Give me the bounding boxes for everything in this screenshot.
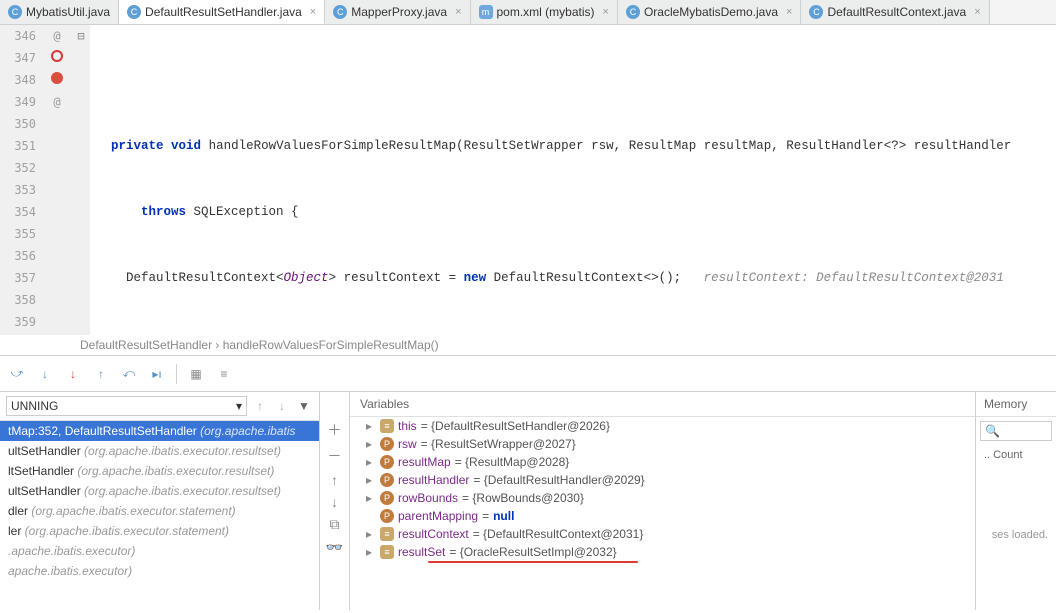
debug-panels: UNNING▾ ↑ ↓ ▼ tMap:352, DefaultResultSet…: [0, 392, 1056, 610]
up-icon[interactable]: ↑: [331, 472, 338, 488]
frame-item[interactable]: tMap:352, DefaultResultSetHandler (org.a…: [0, 421, 319, 441]
editor-tabs: CMybatisUtil.java CDefaultResultSetHandl…: [0, 0, 1056, 25]
annotation-underline: [428, 561, 638, 563]
next-frame-icon[interactable]: ↓: [273, 397, 291, 415]
fold-gutter: ⊟: [72, 25, 90, 335]
var-icon: P: [380, 509, 394, 523]
variables-tree: ▸≡this = {DefaultResultSetHandler@2026} …: [350, 417, 975, 563]
tab-mybatisutil[interactable]: CMybatisUtil.java: [0, 0, 119, 24]
debug-line-icon[interactable]: [51, 72, 63, 84]
run-to-cursor-icon[interactable]: ▸ı: [148, 365, 166, 383]
frame-item[interactable]: ultSetHandler (org.apache.ibatis.executo…: [0, 481, 319, 501]
breakpoint-icon[interactable]: [51, 50, 63, 62]
glasses-icon[interactable]: 👓: [326, 539, 343, 556]
close-icon[interactable]: ×: [970, 6, 980, 18]
variable-row[interactable]: PparentMapping = null: [350, 507, 975, 525]
breadcrumb[interactable]: DefaultResultSetHandler › handleRowValue…: [0, 335, 1056, 356]
tab-defaultresultsethandler[interactable]: CDefaultResultSetHandler.java×: [119, 0, 325, 24]
var-icon: ≡: [380, 419, 394, 433]
close-icon[interactable]: ×: [451, 6, 461, 18]
variable-row[interactable]: ▸PresultHandler = {DefaultResultHandler@…: [350, 471, 975, 489]
frames-panel: UNNING▾ ↑ ↓ ▼ tMap:352, DefaultResultSet…: [0, 392, 320, 610]
down-icon[interactable]: ↓: [331, 494, 338, 510]
memory-title: Memory: [976, 392, 1056, 417]
memory-note: ses loaded.: [976, 525, 1056, 545]
close-icon[interactable]: ×: [306, 6, 316, 18]
variable-row[interactable]: ▸PresultMap = {ResultMap@2028}: [350, 453, 975, 471]
step-over-icon[interactable]: ⤻: [8, 365, 26, 383]
override-icon[interactable]: @: [53, 95, 60, 109]
line-number-gutter: 3463473483493503513523533543553563573583…: [0, 25, 42, 335]
java-class-icon: C: [333, 5, 347, 19]
variable-row[interactable]: ▸≡resultContext = {DefaultResultContext@…: [350, 525, 975, 543]
var-icon: P: [380, 473, 394, 487]
variables-panel: ＋ － ↑ ↓ ⧉ 👓 Variables ▸≡this = {DefaultR…: [320, 392, 976, 610]
frames-list: tMap:352, DefaultResultSetHandler (org.a…: [0, 421, 319, 581]
evaluate-icon[interactable]: ▦: [187, 365, 205, 383]
prev-frame-icon[interactable]: ↑: [251, 397, 269, 415]
force-step-into-icon[interactable]: ↓: [64, 365, 82, 383]
drop-frame-icon[interactable]: ⤺: [120, 365, 138, 383]
variables-title: Variables: [350, 392, 975, 417]
java-class-icon: C: [626, 5, 640, 19]
code-editor[interactable]: 3463473483493503513523533543553563573583…: [0, 25, 1056, 335]
java-class-icon: C: [127, 5, 141, 19]
search-icon: 🔍: [985, 424, 1000, 438]
variable-row[interactable]: ▸Prsw = {ResultSetWrapper@2027}: [350, 435, 975, 453]
variable-row[interactable]: ▸≡resultSet = {OracleResultSetImpl@2032}: [350, 543, 975, 561]
frame-item[interactable]: dler (org.apache.ibatis.executor.stateme…: [0, 501, 319, 521]
var-icon: P: [380, 455, 394, 469]
trace-icon[interactable]: ≡: [215, 365, 233, 383]
copy-icon[interactable]: ⧉: [330, 516, 340, 533]
memory-search[interactable]: 🔍: [980, 421, 1052, 441]
tab-oraclemybatisdemo[interactable]: COracleMybatisDemo.java×: [618, 0, 801, 24]
filter-icon[interactable]: ▼: [295, 397, 313, 415]
marker-gutter: @@: [42, 25, 72, 335]
memory-panel: Memory 🔍 .. Count ses loaded.: [976, 392, 1056, 610]
tab-mapperproxy[interactable]: CMapperProxy.java×: [325, 0, 470, 24]
debug-toolbar: ⤻ ↓ ↓ ↑ ⤺ ▸ı ▦ ≡: [0, 356, 1056, 392]
frame-item[interactable]: ler (org.apache.ibatis.executor.statemen…: [0, 521, 319, 541]
frame-item[interactable]: .apache.ibatis.executor): [0, 541, 319, 561]
fold-handle[interactable]: ⊟: [72, 25, 90, 47]
frame-item[interactable]: ultSetHandler (org.apache.ibatis.executo…: [0, 441, 319, 461]
thread-selector[interactable]: UNNING▾: [6, 396, 247, 416]
maven-icon: m: [479, 5, 493, 19]
step-into-icon[interactable]: ↓: [36, 365, 54, 383]
frame-item[interactable]: apache.ibatis.executor): [0, 561, 319, 581]
code-area[interactable]: private void handleRowValuesForSimpleRes…: [90, 25, 1056, 335]
java-class-icon: C: [8, 5, 22, 19]
close-icon[interactable]: ×: [599, 6, 609, 18]
tab-defaultresultcontext[interactable]: CDefaultResultContext.java×: [801, 0, 989, 24]
tab-pom[interactable]: mpom.xml (mybatis)×: [471, 0, 618, 24]
step-out-icon[interactable]: ↑: [92, 365, 110, 383]
close-icon[interactable]: ×: [782, 6, 792, 18]
var-icon: P: [380, 491, 394, 505]
memory-count-header: .. Count: [976, 445, 1056, 465]
frame-item[interactable]: ltSetHandler (org.apache.ibatis.executor…: [0, 461, 319, 481]
variables-toolbar: ＋ － ↑ ↓ ⧉ 👓: [320, 392, 350, 610]
var-icon: ≡: [380, 527, 394, 541]
override-icon[interactable]: @: [53, 29, 60, 43]
var-icon: ≡: [380, 545, 394, 559]
variable-row[interactable]: ▸≡this = {DefaultResultSetHandler@2026}: [350, 417, 975, 435]
variable-row[interactable]: ▸ProwBounds = {RowBounds@2030}: [350, 489, 975, 507]
add-watch-icon[interactable]: ＋: [328, 420, 342, 440]
remove-watch-icon[interactable]: －: [328, 446, 342, 466]
var-icon: P: [380, 437, 394, 451]
java-class-icon: C: [809, 5, 823, 19]
